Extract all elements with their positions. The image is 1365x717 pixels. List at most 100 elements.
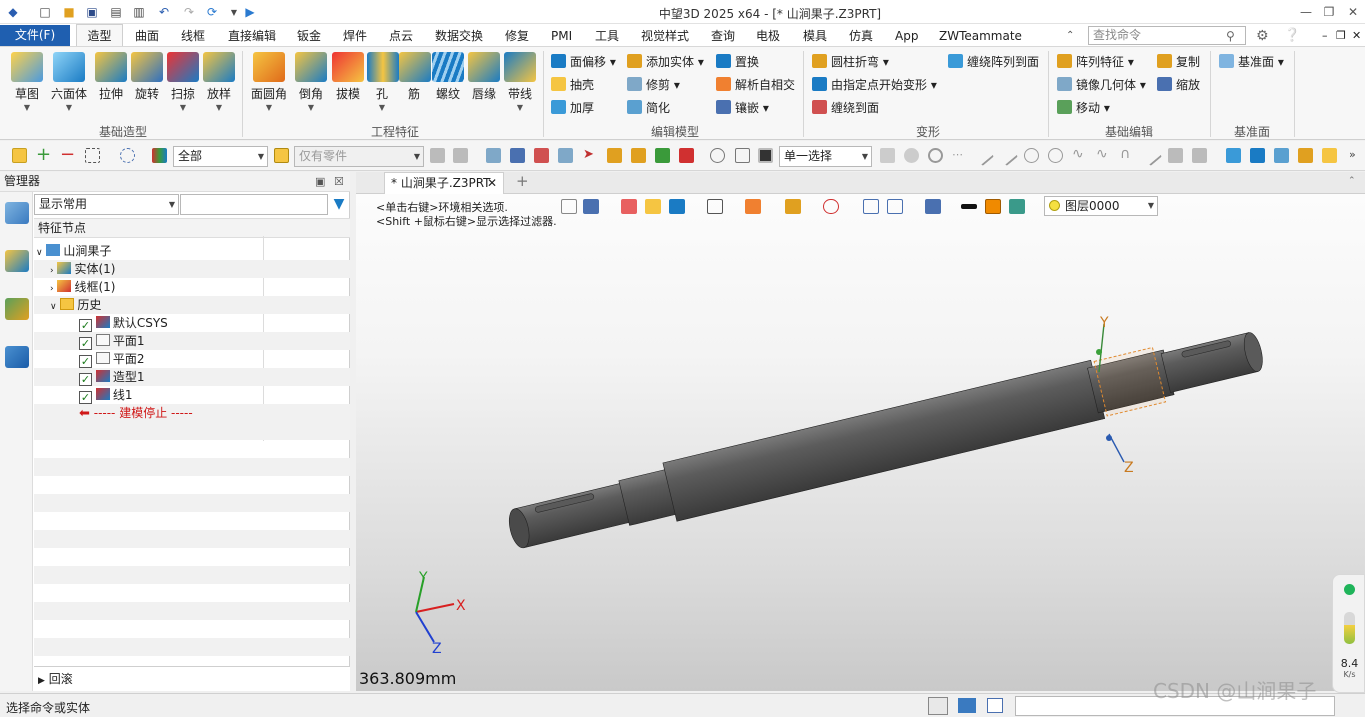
status-toggle-icon[interactable] [928, 697, 948, 715]
run-icon[interactable]: ▶ [241, 3, 259, 21]
tab-direct-edit[interactable]: 直接编辑 [228, 26, 276, 46]
tree-node-plane2[interactable]: ✓ 平面2 [34, 350, 350, 368]
snap-arc-icon[interactable] [1024, 148, 1039, 163]
close-button[interactable]: ✕ [1345, 4, 1361, 20]
wrap-pattern-button[interactable]: 缠绕阵列到面 [948, 52, 1039, 72]
restore-button[interactable]: ❐ [1321, 4, 1337, 20]
print-options-icon[interactable] [453, 148, 468, 163]
snap-icon-1[interactable] [486, 148, 501, 163]
sketch-button[interactable]: 草图 ▼ [8, 52, 46, 112]
cylinder-bend-button[interactable]: 圆柱折弯 ▾ [812, 52, 889, 72]
doc-restore-button[interactable]: ❐ [1336, 26, 1346, 46]
wrap-to-face-button[interactable]: 缠绕到面 [812, 98, 879, 118]
visibility-checkbox[interactable]: ✓ [79, 373, 92, 386]
tab-electrode[interactable]: 电极 [756, 26, 780, 46]
replace-button[interactable]: 置换 [716, 52, 759, 72]
snap-curve-icon[interactable]: ∿ [1096, 147, 1111, 163]
part-filter-select[interactable]: 仅有零件 ▼ [294, 146, 424, 167]
snap-line-icon[interactable] [972, 144, 995, 167]
collapse-arrow-icon[interactable]: ∨ [50, 302, 57, 312]
tab-mold[interactable]: 模具 [803, 26, 827, 46]
trim-button[interactable]: 修剪 ▾ [627, 75, 680, 95]
pick-options-icon[interactable] [430, 148, 445, 163]
simplify-button[interactable]: 简化 [627, 98, 670, 118]
snap-circle-icon[interactable] [928, 148, 943, 163]
tab-inquire[interactable]: 查询 [711, 26, 735, 46]
doc-minimize-button[interactable]: – [1322, 26, 1328, 46]
visibility-checkbox[interactable]: ✓ [79, 319, 92, 332]
print-preview-icon[interactable]: ▥ [130, 3, 148, 21]
snap-point-icon[interactable] [880, 148, 895, 163]
move-button[interactable]: 移动 ▾ [1057, 98, 1110, 118]
performance-gauge[interactable]: 8.4 K/s [1332, 574, 1365, 693]
tab-visual-style[interactable]: 视觉样式 [641, 26, 689, 46]
tree-node-wireframe[interactable]: › 线框(1) [34, 278, 350, 296]
minimize-button[interactable]: — [1298, 4, 1314, 20]
bracket-icon[interactable] [735, 148, 750, 163]
snap-icon-4[interactable] [558, 148, 573, 163]
panel-close-icon[interactable]: ☒ [334, 172, 344, 191]
datum-plane-button[interactable]: 基准面 ▾ [1219, 52, 1284, 72]
rib-button[interactable]: 筋 [399, 52, 431, 102]
tab-point-cloud[interactable]: 点云 [389, 26, 413, 46]
part-filter-icon[interactable] [274, 148, 289, 163]
toolbar-overflow-icon[interactable]: » [1349, 148, 1364, 163]
tree-node-solids[interactable]: › 实体(1) [34, 260, 350, 278]
strap-button[interactable]: 带线 ▼ [503, 52, 537, 112]
tab-pmi[interactable]: PMI [551, 26, 572, 46]
revolve-button[interactable]: 旋转 [130, 52, 164, 102]
expand-arrow-icon[interactable]: › [50, 266, 54, 276]
tree-filter-select[interactable]: 显示常用 ▼ [34, 194, 179, 215]
history-icon[interactable] [631, 148, 646, 163]
user-manager-icon[interactable] [5, 346, 29, 368]
expand-arrow-icon[interactable]: ▶ [38, 676, 45, 686]
snap-dots-icon[interactable]: ⋯ [952, 148, 967, 163]
block-button[interactable]: 六面体 ▼ [50, 52, 88, 112]
settings-gear-icon[interactable]: ⚙ [1256, 26, 1269, 46]
tab-surface[interactable]: 曲面 [135, 26, 159, 46]
shaft-model-svg[interactable]: Y Z X Y Z [356, 172, 1365, 691]
visibility-checkbox[interactable]: ✓ [79, 337, 92, 350]
inlay-button[interactable]: 镶嵌 ▾ [716, 98, 769, 118]
type-filter-select[interactable]: 全部 ▼ [173, 146, 268, 167]
tab-simulation[interactable]: 仿真 [849, 26, 873, 46]
assembly-manager-icon[interactable] [5, 250, 29, 272]
collapse-ribbon-icon[interactable]: ⌃ [1066, 26, 1074, 46]
tab-sheet-metal[interactable]: 钣金 [297, 26, 321, 46]
selection-mode-select[interactable]: 单一选择 ▼ [779, 146, 872, 167]
tree-node-plane1[interactable]: ✓ 平面1 [34, 332, 350, 350]
fillet-button[interactable]: 面圆角 ▼ [250, 52, 288, 112]
snap-arch-icon[interactable]: ∩ [1120, 147, 1135, 163]
tree-node-csys[interactable]: ✓ 默认CSYS [34, 314, 350, 332]
scale-button[interactable]: 缩放 [1157, 75, 1200, 95]
file-menu-button[interactable]: 文件(F) [0, 25, 70, 46]
tab-app[interactable]: App [895, 26, 918, 46]
remove-icon[interactable]: − [60, 146, 75, 164]
camera-icon[interactable] [679, 148, 694, 163]
command-search-input[interactable]: 查找命令 [1088, 26, 1246, 45]
search-icon[interactable]: ⚲ [1226, 26, 1235, 46]
lip-button[interactable]: 唇缘 [467, 52, 501, 102]
hole-button[interactable]: 孔 ▼ [367, 52, 399, 112]
message-list-icon[interactable] [987, 698, 1003, 713]
snap-wave-icon[interactable]: ∿ [1072, 147, 1087, 163]
extrude-button[interactable]: 拉伸 [94, 52, 128, 102]
stop-icon[interactable] [758, 148, 773, 163]
tree-node-shape1[interactable]: ✓ 造型1 [34, 368, 350, 386]
tree-node-line1[interactable]: ✓ 线1 [34, 386, 350, 404]
collapse-arrow-icon[interactable]: ∨ [36, 248, 43, 258]
print-icon[interactable]: ▤ [107, 3, 125, 21]
copy-button[interactable]: 复制 [1157, 52, 1200, 72]
modeling-stop-marker[interactable]: ⬅ ----- 建模停止 ----- [34, 404, 350, 422]
visibility-checkbox[interactable]: ✓ [79, 391, 92, 404]
tab-data-exchange[interactable]: 数据交换 [435, 26, 483, 46]
snap-icon-3[interactable] [534, 148, 549, 163]
view-wire-icon[interactable] [1274, 148, 1289, 163]
pattern-feature-button[interactable]: 阵列特征 ▾ [1057, 52, 1134, 72]
cursor-icon[interactable]: ➤ [583, 148, 598, 163]
tab-weldment[interactable]: 焊件 [343, 26, 367, 46]
sweep-button[interactable]: 扫掠 ▼ [166, 52, 200, 112]
redo-icon[interactable]: ↷ [180, 3, 198, 21]
deform-from-point-button[interactable]: 由指定点开始变形 ▾ [812, 75, 937, 95]
tab-tools[interactable]: 工具 [595, 26, 619, 46]
